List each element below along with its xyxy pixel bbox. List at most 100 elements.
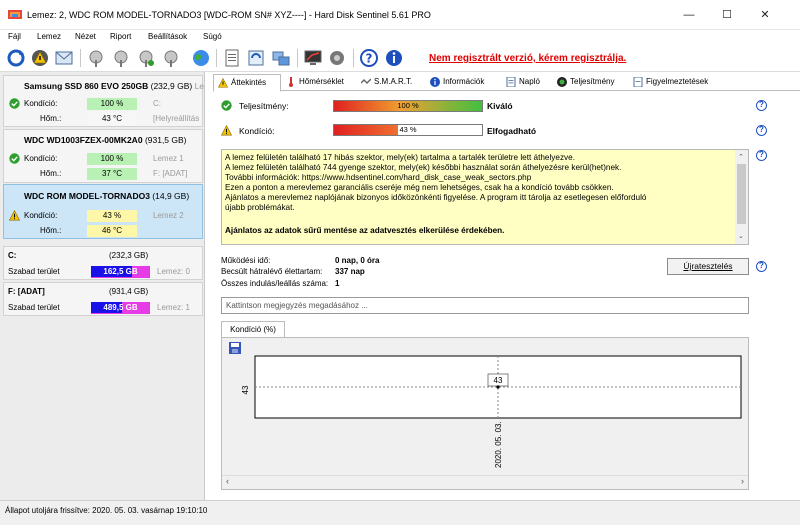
disk-search-icon[interactable] bbox=[161, 48, 181, 68]
maximize-button[interactable]: ☐ bbox=[710, 5, 744, 25]
chart-tab-health[interactable]: Kondíció (%) bbox=[221, 321, 285, 338]
info-icon[interactable] bbox=[384, 48, 404, 68]
temperature-value: 46 °C bbox=[87, 225, 137, 237]
disk-card-tornado3[interactable]: WDC ROM MODEL-TORNADO3 (14,9 GB) Kondíci… bbox=[3, 184, 203, 239]
disk-card-wdc[interactable]: WDC WD1003FZEX-00MK2A0 (931,5 GB) Kondíc… bbox=[3, 129, 203, 183]
chart-scrollbar[interactable]: ‹ › bbox=[222, 475, 748, 489]
help-icon[interactable]: ? bbox=[359, 48, 379, 68]
temperature-value: 37 °C bbox=[87, 168, 137, 180]
disk-size: (232,9 GB) bbox=[150, 81, 193, 91]
sync-icon[interactable] bbox=[246, 48, 266, 68]
refresh-icon[interactable] bbox=[6, 48, 26, 68]
volume-name: F: [ADAT] bbox=[8, 287, 45, 296]
network-icon[interactable] bbox=[271, 48, 291, 68]
help-icon[interactable]: ? bbox=[756, 100, 767, 111]
tab-overview[interactable]: Áttekintés bbox=[213, 74, 281, 92]
health-message-box[interactable]: A lemez felületén található 17 hibás sze… bbox=[221, 149, 749, 245]
performance-bar: 100 % bbox=[333, 100, 483, 112]
free-space-bar: 162,5 GB bbox=[91, 266, 150, 278]
warning-icon bbox=[221, 125, 232, 136]
scroll-down-icon[interactable]: ⌄ bbox=[738, 232, 744, 240]
status-bar: Állapot utoljára frissítve: 2020. 05. 03… bbox=[0, 500, 800, 525]
help-icon[interactable]: ? bbox=[756, 125, 767, 136]
help-icon[interactable]: ? bbox=[756, 150, 767, 161]
disk-number: Lemez 2 bbox=[153, 211, 184, 220]
alert-disk-icon[interactable] bbox=[30, 48, 50, 68]
disk-card-samsung[interactable]: Samsung SSD 860 EVO 250GB (232,9 GB) Le … bbox=[3, 75, 204, 127]
volume-name: C: bbox=[8, 251, 17, 260]
close-button[interactable]: ✕ bbox=[748, 5, 782, 25]
disk-name: Samsung SSD 860 EVO 250GB bbox=[24, 81, 149, 91]
scroll-right-icon[interactable]: › bbox=[741, 476, 744, 486]
data-point bbox=[496, 385, 500, 389]
mail-icon[interactable] bbox=[54, 48, 74, 68]
performance-icon bbox=[557, 77, 567, 87]
tab-label: Információk bbox=[443, 77, 485, 86]
tab-label: S.M.A.R.T. bbox=[374, 77, 413, 86]
performance-grade: Kiváló bbox=[487, 101, 513, 111]
tab-information[interactable]: Információk bbox=[426, 74, 501, 91]
menu-file[interactable]: Fájl bbox=[8, 32, 21, 41]
volume-card-c[interactable]: C: (232,3 GB) Szabad terület 162,5 GB Le… bbox=[3, 246, 203, 280]
retest-button[interactable]: Újratesztelés bbox=[667, 258, 749, 275]
data-point-label: 43 bbox=[494, 376, 503, 385]
monitor-icon[interactable] bbox=[303, 48, 323, 68]
alerts-icon bbox=[633, 77, 643, 87]
volume-size: (931,4 GB) bbox=[109, 287, 149, 296]
disk-test-icon[interactable] bbox=[111, 48, 131, 68]
free-space-bar: 489,5 GB bbox=[91, 302, 150, 314]
scroll-up-icon[interactable]: ⌃ bbox=[738, 153, 744, 161]
toolbar-separator bbox=[297, 49, 298, 67]
globe-icon[interactable] bbox=[191, 48, 211, 68]
scroll-left-icon[interactable]: ‹ bbox=[226, 476, 229, 486]
tab-performance[interactable]: Teljesítmény bbox=[553, 74, 628, 91]
menu-report[interactable]: Riport bbox=[110, 32, 131, 41]
tab-log[interactable]: Napló bbox=[502, 74, 552, 91]
message-line: A lemez felületén található 744 gyenge s… bbox=[225, 163, 622, 172]
scroll-thumb[interactable] bbox=[737, 164, 746, 224]
tab-label: Figyelmeztetések bbox=[646, 77, 709, 86]
health-value: 100 % bbox=[87, 153, 137, 165]
volume-card-f[interactable]: F: [ADAT] (931,4 GB) Szabad terület 489,… bbox=[3, 282, 203, 316]
ok-icon bbox=[9, 98, 20, 109]
kondicio-label: Kondíció: bbox=[24, 211, 58, 220]
performance-label: Teljesítmény: bbox=[239, 101, 289, 111]
disk-check-icon[interactable] bbox=[136, 48, 156, 68]
title-bar: Lemez: 2, WDC ROM MODEL-TORNADO3 [WDC-RO… bbox=[0, 0, 800, 30]
partition-label: F: [ADAT] bbox=[153, 169, 188, 178]
health-label: Kondíció: bbox=[239, 126, 275, 136]
register-link[interactable]: Nem regisztrált verzió, kérem regisztrál… bbox=[429, 53, 626, 64]
tab-temperature[interactable]: Hőmérséklet bbox=[282, 74, 356, 91]
disk-tool-icon[interactable] bbox=[86, 48, 106, 68]
warning-icon bbox=[218, 78, 228, 88]
toolbar-separator bbox=[353, 49, 354, 67]
free-space-label: Szabad terület bbox=[8, 267, 60, 276]
menu-help[interactable]: Súgó bbox=[203, 32, 222, 41]
remaining-life-value: 337 nap bbox=[335, 267, 365, 276]
tab-alerts[interactable]: Figyelmeztetések bbox=[629, 74, 723, 91]
tab-label: Áttekintés bbox=[231, 78, 267, 87]
comment-input[interactable]: Kattintson megjegyzés megadásához ... bbox=[221, 297, 749, 314]
partition-label: [Helyreállítás bbox=[153, 114, 200, 123]
y-tick-label: 43 bbox=[241, 385, 250, 394]
health-value: 100 % bbox=[87, 98, 137, 110]
help-icon[interactable]: ? bbox=[756, 261, 767, 272]
menu-disk[interactable]: Lemez bbox=[37, 32, 61, 41]
message-line: A lemez felületén található 17 hibás sze… bbox=[225, 153, 575, 162]
tab-label: Hőmérséklet bbox=[299, 77, 344, 86]
tab-label: Napló bbox=[519, 77, 540, 86]
minimize-button[interactable]: — bbox=[672, 5, 706, 25]
chart-plot: 43 2020. 05. 03. 43 bbox=[241, 355, 742, 468]
tab-smart[interactable]: S.M.A.R.T. bbox=[357, 74, 425, 91]
report-icon[interactable] bbox=[222, 48, 242, 68]
last-update-text: Állapot utoljára frissítve: 2020. 05. 03… bbox=[5, 506, 208, 515]
menu-view[interactable]: Nézet bbox=[75, 32, 96, 41]
menu-settings[interactable]: Beállítások bbox=[148, 32, 187, 41]
health-chart: 43 2020. 05. 03. 43 ‹ › bbox=[221, 337, 749, 490]
toolbar-separator bbox=[80, 49, 81, 67]
message-line: újabb problémákat. bbox=[225, 203, 295, 212]
message-scrollbar[interactable]: ⌃ ⌄ bbox=[735, 150, 748, 244]
speaker-icon[interactable] bbox=[327, 48, 347, 68]
remaining-life-label: Becsült hátralévő élettartam: bbox=[221, 267, 323, 276]
disk-size: (14,9 GB) bbox=[152, 191, 190, 201]
